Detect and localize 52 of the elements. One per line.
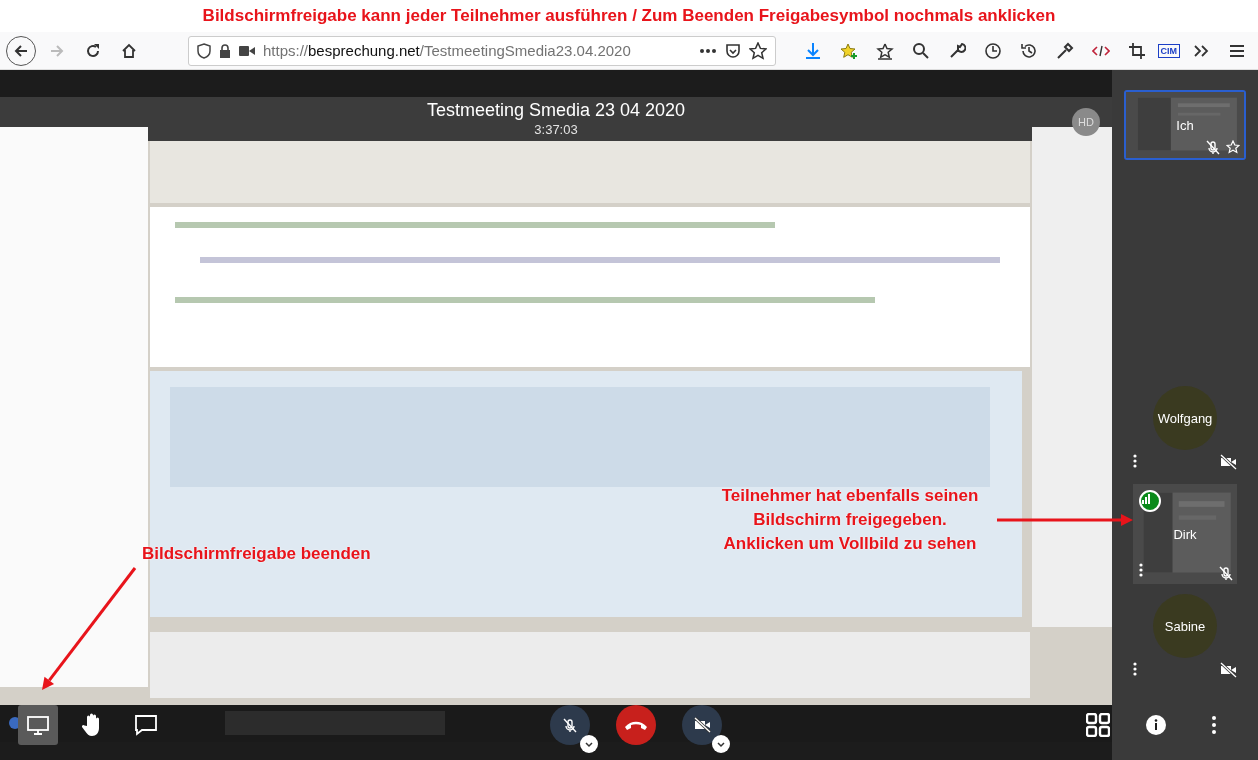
chevron-down-icon	[716, 740, 726, 748]
camera-icon	[239, 44, 255, 57]
chevron-down-icon	[584, 740, 594, 748]
meeting-title: Testmeeting Smedia 23 04 2020	[425, 100, 687, 121]
eyedropper-icon	[1055, 41, 1074, 60]
clock-icon	[983, 41, 1002, 60]
shield-icon	[197, 42, 211, 59]
info-icon	[1146, 715, 1166, 735]
back-arrow-icon	[13, 42, 29, 59]
more-icon	[1212, 716, 1216, 734]
lock-icon	[219, 43, 231, 58]
participant-avatar[interactable]: Sabine	[1153, 594, 1217, 658]
more-dots-icon[interactable]	[699, 47, 717, 54]
annotation-text: Bildschirmfreigabe beenden	[142, 543, 371, 565]
phone-icon	[624, 719, 648, 731]
signal-bars-icon	[1141, 494, 1151, 504]
url-text: https://besprechung.net/TestmeetingSmedia23.04.2020	[263, 42, 632, 59]
chevrons-icon	[1193, 42, 1209, 59]
monitor-icon	[26, 715, 50, 735]
participant-tile[interactable]: Ich	[1124, 90, 1246, 160]
star-plus-icon	[839, 41, 858, 60]
participant-tile[interactable]: Dirk	[1133, 484, 1237, 584]
participant-name: Sabine	[1164, 618, 1206, 634]
forward-arrow-icon	[49, 42, 65, 59]
menu-icon	[1229, 43, 1245, 58]
crop-icon	[1127, 41, 1146, 60]
caret-button[interactable]	[580, 735, 598, 753]
download-icon	[803, 41, 822, 60]
screen-share-button[interactable]	[18, 705, 58, 745]
star-tray-icon	[875, 41, 894, 60]
chat-icon	[134, 714, 158, 736]
annotation-text: Teilnehmer hat ebenfalls seinen Bildschirm freigegeben. Anklicken um Vollbild zu sehen	[720, 485, 980, 555]
participant-name: Dirk	[1173, 526, 1197, 542]
extension-button[interactable]: CIM	[1157, 43, 1180, 58]
caption-text: Bildschirmfreigabe kann jeder Teilnehmer ausführen / Zum Beenden Freigabesymbol nochmals anklicken	[202, 6, 1056, 26]
more-icon[interactable]	[1139, 563, 1143, 577]
mic-muted-icon	[563, 717, 577, 733]
pocket-icon[interactable]	[725, 42, 741, 59]
address-bar[interactable]: https://besprechung.net/TestmeetingSmedia23.04.2020	[188, 35, 776, 66]
bookmark-star-icon[interactable]	[749, 41, 767, 60]
reload-icon	[85, 42, 101, 59]
more-icon[interactable]	[1133, 454, 1137, 468]
history-icon	[1019, 41, 1038, 60]
participant-avatar[interactable]: Wolfgang	[1153, 386, 1217, 450]
participant-name: Wolfgang	[1157, 410, 1213, 426]
more-icon[interactable]	[1133, 662, 1137, 676]
participant-name: Ich	[1176, 117, 1194, 133]
caret-button[interactable]	[712, 735, 730, 753]
home-icon	[121, 42, 137, 59]
grid-icon	[1086, 713, 1110, 737]
search-icon	[911, 41, 930, 60]
camera-off-icon	[693, 717, 711, 733]
